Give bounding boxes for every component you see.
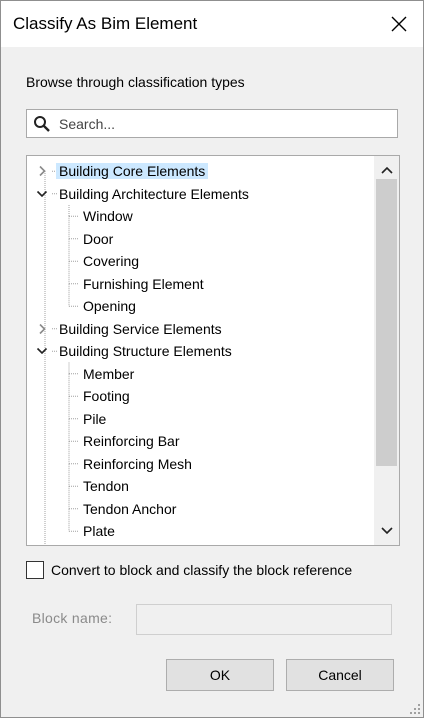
collapsed-chevron-icon[interactable] (35, 164, 49, 178)
scroll-up-button[interactable] (374, 159, 399, 181)
tree-leaf[interactable]: Tendon (80, 475, 132, 497)
tree-node[interactable]: Building Architecture Elements (56, 183, 252, 205)
tree-item-label: Reinforcing Mesh (83, 455, 192, 472)
dialog-body: Browse through classification types Buil… (1, 47, 423, 717)
tree-item-label: Building Core Elements (56, 163, 209, 179)
tree-item-label: Opening (83, 298, 136, 314)
scroll-thumb[interactable] (376, 179, 397, 466)
tree-leaf[interactable]: Pile (80, 408, 109, 430)
search-icon (34, 116, 50, 132)
close-button[interactable] (381, 7, 417, 41)
tree-node[interactable]: Building Core Elements (56, 160, 209, 182)
tree-item-label: Building Structure Elements (59, 343, 232, 359)
tree-leaf[interactable]: Reinforcing Mesh (80, 453, 195, 475)
tree-leaf[interactable]: Door (80, 228, 116, 250)
chevron-down-icon (380, 527, 393, 535)
classification-tree[interactable]: Building Core Elements Building Architect… (26, 155, 400, 546)
tree-item-label: Member (83, 365, 135, 382)
resize-grip-icon[interactable] (409, 703, 421, 715)
expanded-chevron-icon[interactable] (35, 187, 49, 201)
ok-button[interactable]: OK (166, 659, 274, 691)
tree-item-label: Window (83, 208, 133, 224)
tree-leaf[interactable]: Member (80, 363, 137, 385)
tree-leaf[interactable]: Footing (80, 385, 133, 407)
tree-leaf[interactable]: Tendon Anchor (80, 498, 179, 520)
close-icon (391, 16, 407, 32)
tree-item-label: Tendon (83, 478, 129, 494)
vertical-scrollbar[interactable] (374, 156, 399, 545)
convert-checkbox[interactable] (26, 561, 44, 579)
classify-dialog: Classify As Bim Element Browse through c… (0, 0, 424, 718)
search-box[interactable] (26, 109, 398, 138)
tree-leaf[interactable]: Opening (80, 295, 139, 317)
collapsed-chevron-icon[interactable] (35, 322, 49, 336)
tree-item-label: Door (83, 230, 114, 247)
tree-item-label: Reinforcing Bar (83, 433, 180, 449)
tree-item-label: Covering (83, 253, 140, 269)
tree-item-label: Footing (83, 388, 130, 404)
dialog-title: Classify As Bim Element (13, 14, 198, 33)
tree-item-label: Tendon Anchor (83, 500, 177, 517)
chevron-up-icon (380, 166, 393, 174)
cancel-button[interactable]: Cancel (286, 659, 394, 691)
tree-item-label: Pile (83, 410, 107, 427)
search-input[interactable] (59, 113, 389, 135)
tree-leaf[interactable]: Plate (80, 520, 118, 542)
tree-leaf[interactable]: Reinforcing Bar (80, 430, 183, 452)
tree-item-label: Building Service Elements (59, 320, 222, 337)
block-name-label: Block name: (32, 610, 113, 626)
convert-checkbox-label[interactable]: Convert to block and classify the block … (51, 562, 352, 578)
tree-item-label: Plate (83, 523, 115, 539)
block-name-field[interactable] (136, 604, 392, 635)
tree-node[interactable]: Building Service Elements (56, 318, 225, 340)
tree-leaf[interactable]: Window (80, 205, 136, 227)
browse-label: Browse through classification types (26, 74, 245, 90)
tree-node[interactable]: Building Structure Elements (56, 340, 235, 362)
title-bar: Classify As Bim Element (1, 1, 423, 47)
tree-item-label: Building Architecture Elements (59, 185, 249, 202)
tree-item-label: Furnishing Element (83, 275, 204, 292)
tree-leaf[interactable]: Furnishing Element (80, 273, 207, 295)
expanded-chevron-icon[interactable] (35, 344, 49, 358)
tree-leaf[interactable]: Covering (80, 250, 142, 272)
scroll-down-button[interactable] (374, 520, 399, 542)
